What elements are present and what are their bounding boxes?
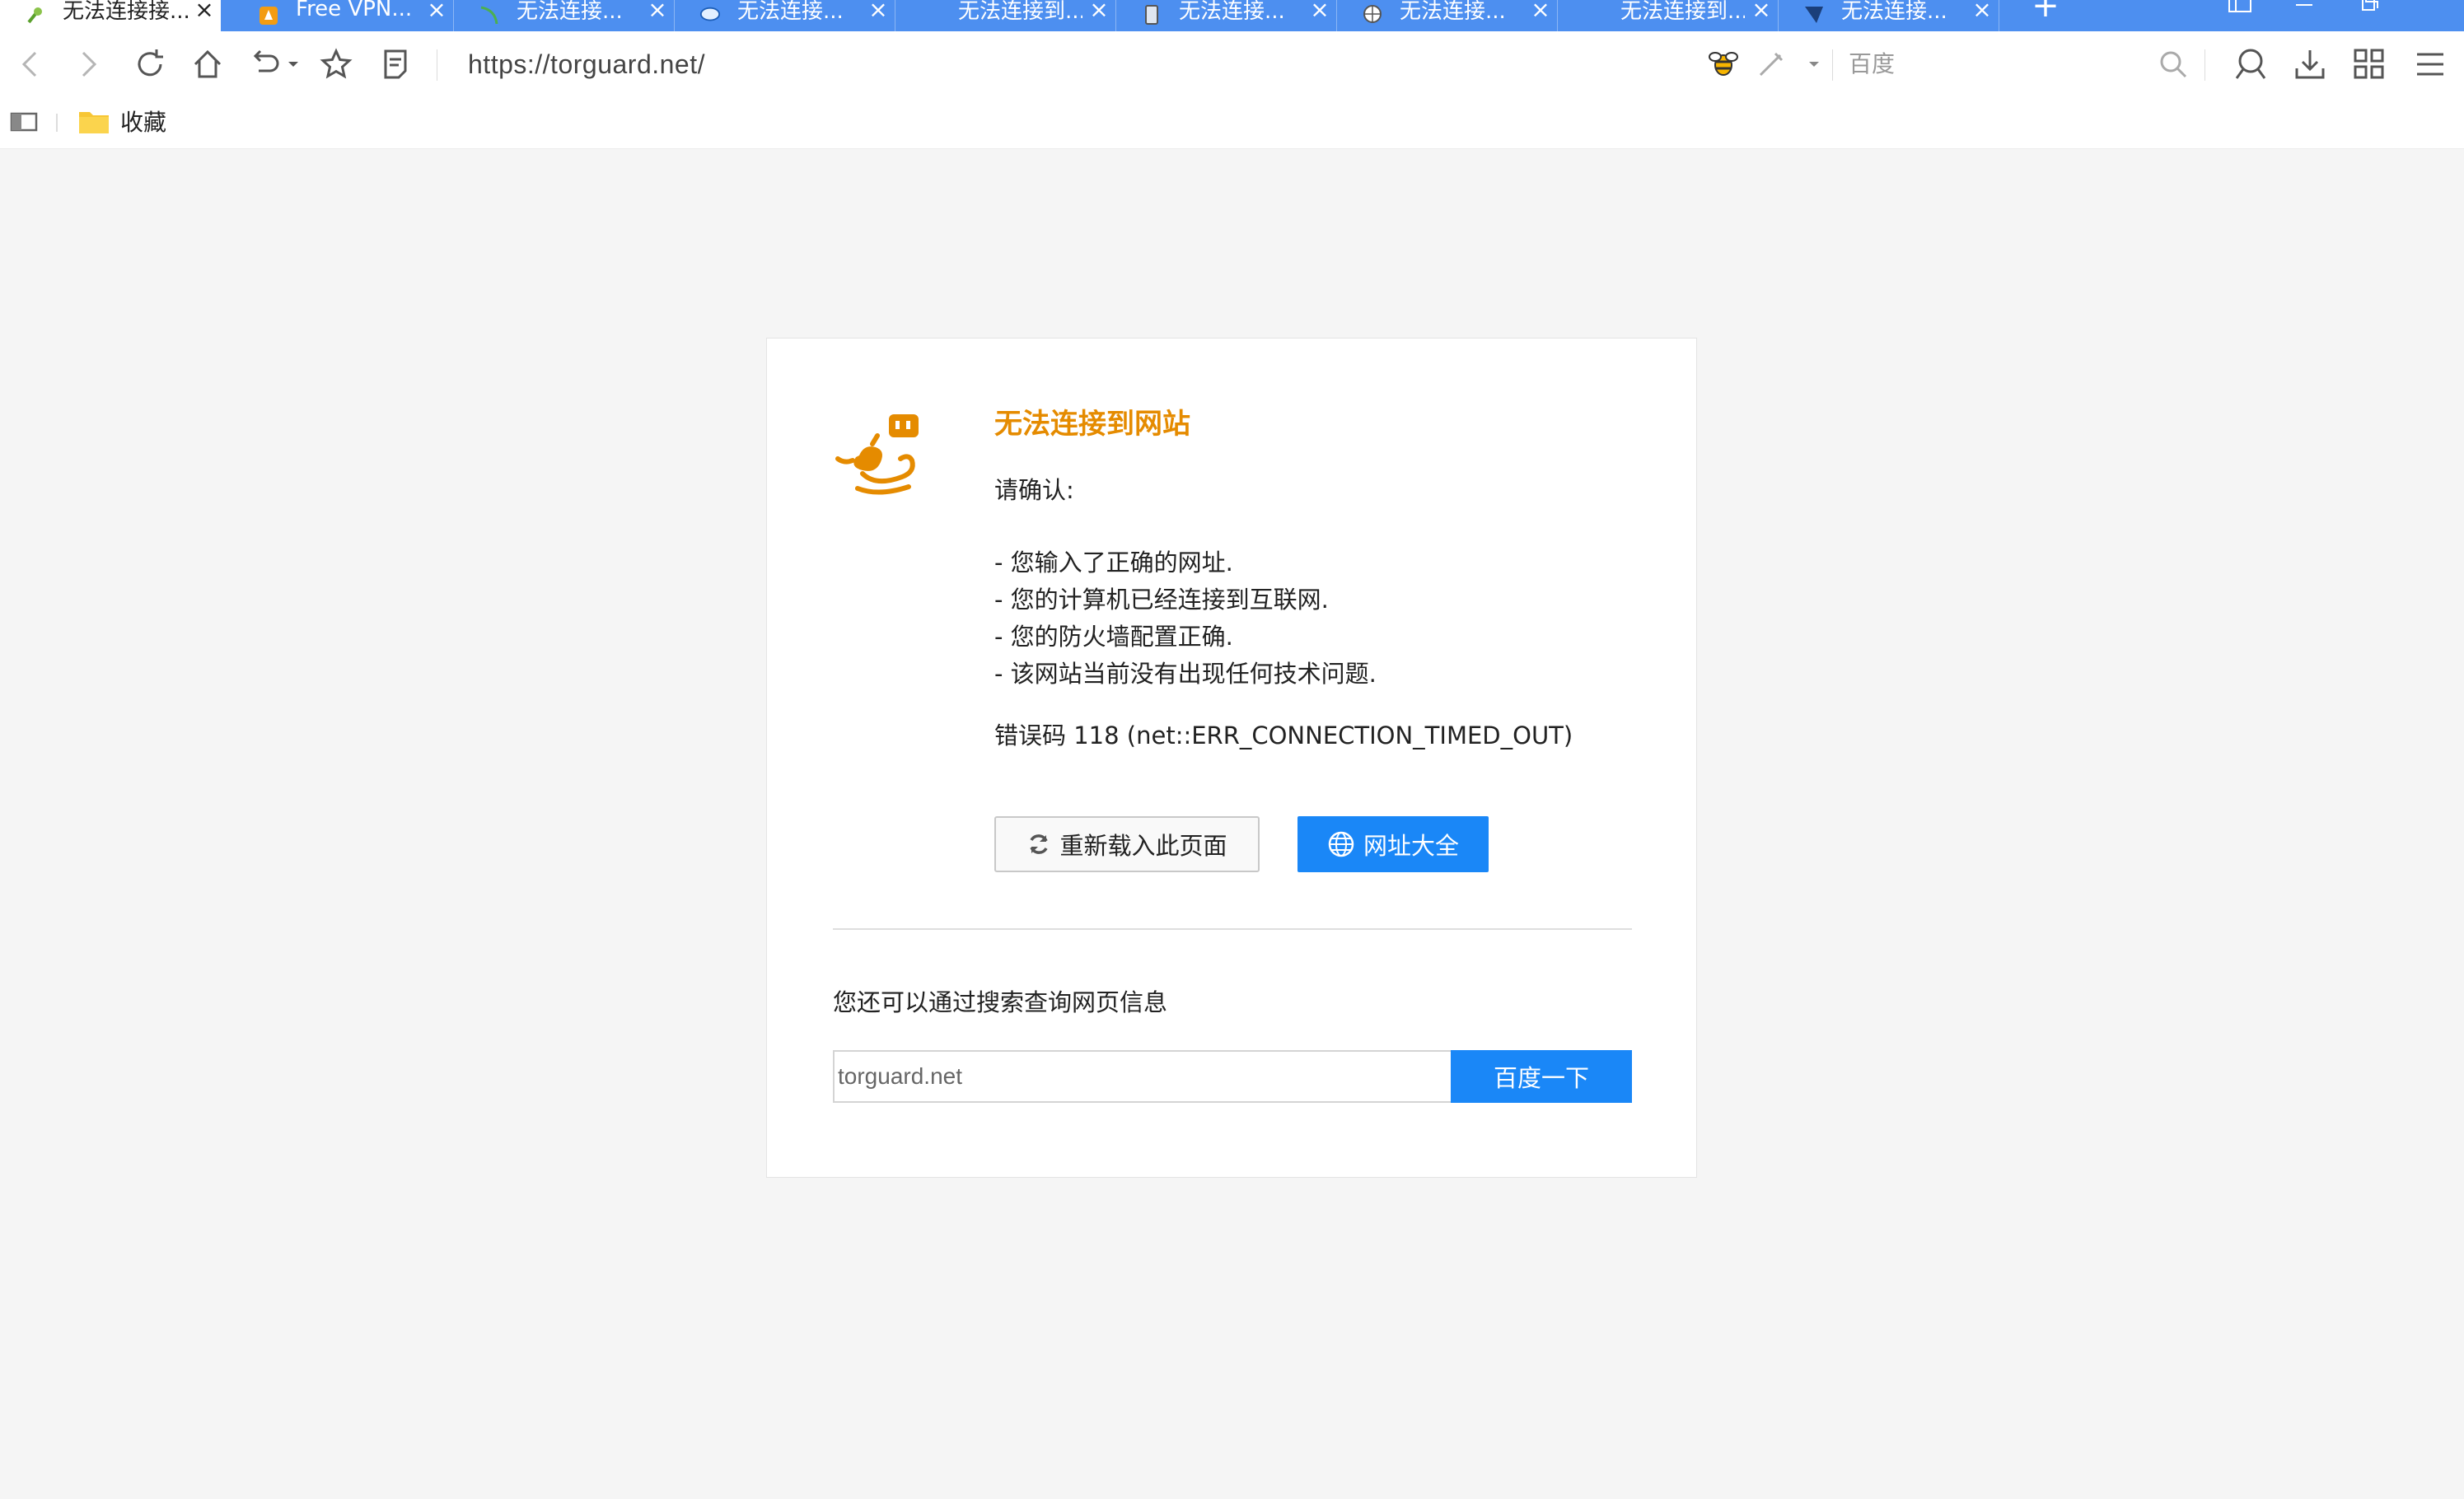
address-bar[interactable]: https://torguard.net/ [468,44,705,84]
refresh-icon [1030,834,1049,854]
check-item: - 您的计算机已经连接到互联网. [994,586,1329,614]
menu-icon[interactable] [2410,44,2450,84]
blank-favicon-icon [1583,5,1604,26]
search-input[interactable]: torguard.net [833,1050,1451,1103]
globe-favicon-icon [1362,5,1383,26]
tab-4[interactable]: 无法连接到... × [895,0,1116,31]
bookmarks-separator [56,114,58,132]
section-divider [833,928,1632,930]
error-card: 无法连接到网站 请确认: - 您输入了正确的网址. - 您的计算机已经连接到互联… [766,338,1697,1178]
broken-plug-icon [833,411,923,502]
undo-close-icon[interactable] [245,44,285,84]
reader-mode-icon[interactable] [376,44,415,84]
site-directory-button[interactable]: 网址大全 [1297,816,1489,872]
flag-favicon-icon [1803,5,1825,26]
sidebar-toggle-icon[interactable] [2219,0,2261,16]
tab-title: 无法连接到... [958,0,1082,24]
tab-close-icon[interactable]: × [1303,0,1336,23]
account-icon[interactable] [2231,44,2270,84]
tab-6[interactable]: 无法连接... × [1337,0,1558,31]
reload-page-label: 重新载入此页面 [1059,832,1227,860]
tab-close-icon[interactable]: × [420,0,453,23]
tab-close-icon[interactable]: × [188,0,221,23]
check-item: - 您的防火墙配置正确. [994,623,1233,651]
tab-title: Free VPN... [296,0,413,21]
tab-strip: 无法连接接... × Free VPN... × 无法连接... × 无法连接.… [0,0,2464,31]
minimize-icon[interactable] [2284,0,2325,16]
home-icon[interactable] [188,44,227,84]
error-title: 无法连接到网站 [994,408,1190,441]
search-hint: 您还可以通过搜索查询网页信息 [833,988,1168,1016]
blank-favicon-icon [920,5,942,26]
tab-3[interactable]: 无法连接... × [675,0,895,31]
tab-8[interactable]: 无法连接... × [1779,0,1999,31]
bookmarks-bar: 收藏 [0,97,2464,149]
reload-icon[interactable] [130,44,170,84]
leaf-favicon-icon [479,5,500,26]
tab-close-icon[interactable]: × [641,0,674,23]
site-directory-label: 网址大全 [1363,832,1459,860]
check-item: - 该网站当前没有出现任何技术问题. [994,660,1377,688]
check-list: - 您输入了正确的网址. - 您的计算机已经连接到互联网. - 您的防火墙配置正… [994,544,1377,693]
tab-title: 无法连接... [737,0,844,24]
phone-favicon-icon [1141,5,1162,26]
new-tab-button[interactable]: + [2028,0,2063,22]
back-icon[interactable] [10,44,49,84]
tab-title: 无法连接到... [1620,0,1745,24]
tab-close-icon[interactable]: × [1745,0,1778,23]
folder-icon[interactable] [77,107,110,140]
navigation-toolbar: https://torguard.net/ 百度 [0,31,2464,97]
extension-dropdown-icon[interactable] [1804,44,1824,84]
check-item: - 您输入了正确的网址. [994,549,1233,577]
tab-1[interactable]: Free VPN... × [233,0,454,31]
download-icon[interactable] [2290,44,2330,84]
sidebar-panel-icon[interactable] [10,110,38,137]
tab-close-icon[interactable]: × [1524,0,1557,23]
reload-page-button[interactable]: 重新载入此页面 [994,816,1260,872]
tab-title: 无法连接... [517,0,623,24]
search-engine-input[interactable]: 百度 [1849,46,1895,82]
forward-icon[interactable] [69,44,109,84]
plug-favicon-icon [25,5,46,26]
vpn-favicon-icon [258,5,279,26]
tab-7[interactable]: 无法连接到... × [1558,0,1779,31]
globe-icon [1328,831,1354,857]
baidu-search-button[interactable]: 百度一下 [1451,1050,1632,1103]
bookmarks-folder-label[interactable]: 收藏 [120,109,166,137]
error-code: 错误码 118 (net::ERR_CONNECTION_TIMED_OUT) [994,721,1573,750]
tab-close-icon[interactable]: × [1082,0,1115,23]
tab-title: 无法连接... [1841,0,1947,24]
apps-grid-icon[interactable] [2349,44,2389,84]
search-icon[interactable] [2153,44,2193,84]
tab-close-icon[interactable]: × [1966,0,1999,23]
tab-2[interactable]: 无法连接... × [454,0,675,31]
tab-title: 无法连接... [1179,0,1285,24]
bee-extension-icon[interactable] [1704,44,1743,84]
tab-title: 无法连接... [1400,0,1506,24]
bookmark-star-icon[interactable] [316,44,356,84]
cloud-favicon-icon [699,5,721,26]
toolbar-separator [1832,49,1833,81]
tab-5[interactable]: 无法连接... × [1116,0,1337,31]
restore-icon[interactable] [2348,0,2389,16]
tab-0[interactable]: 无法连接接... × [0,0,221,31]
tab-close-icon[interactable]: × [862,0,895,23]
confirm-label: 请确认: [994,476,1074,504]
undo-dropdown-icon[interactable] [283,44,303,84]
wand-extension-icon[interactable] [1751,44,1791,84]
tab-title: 无法连接接... [63,0,188,24]
